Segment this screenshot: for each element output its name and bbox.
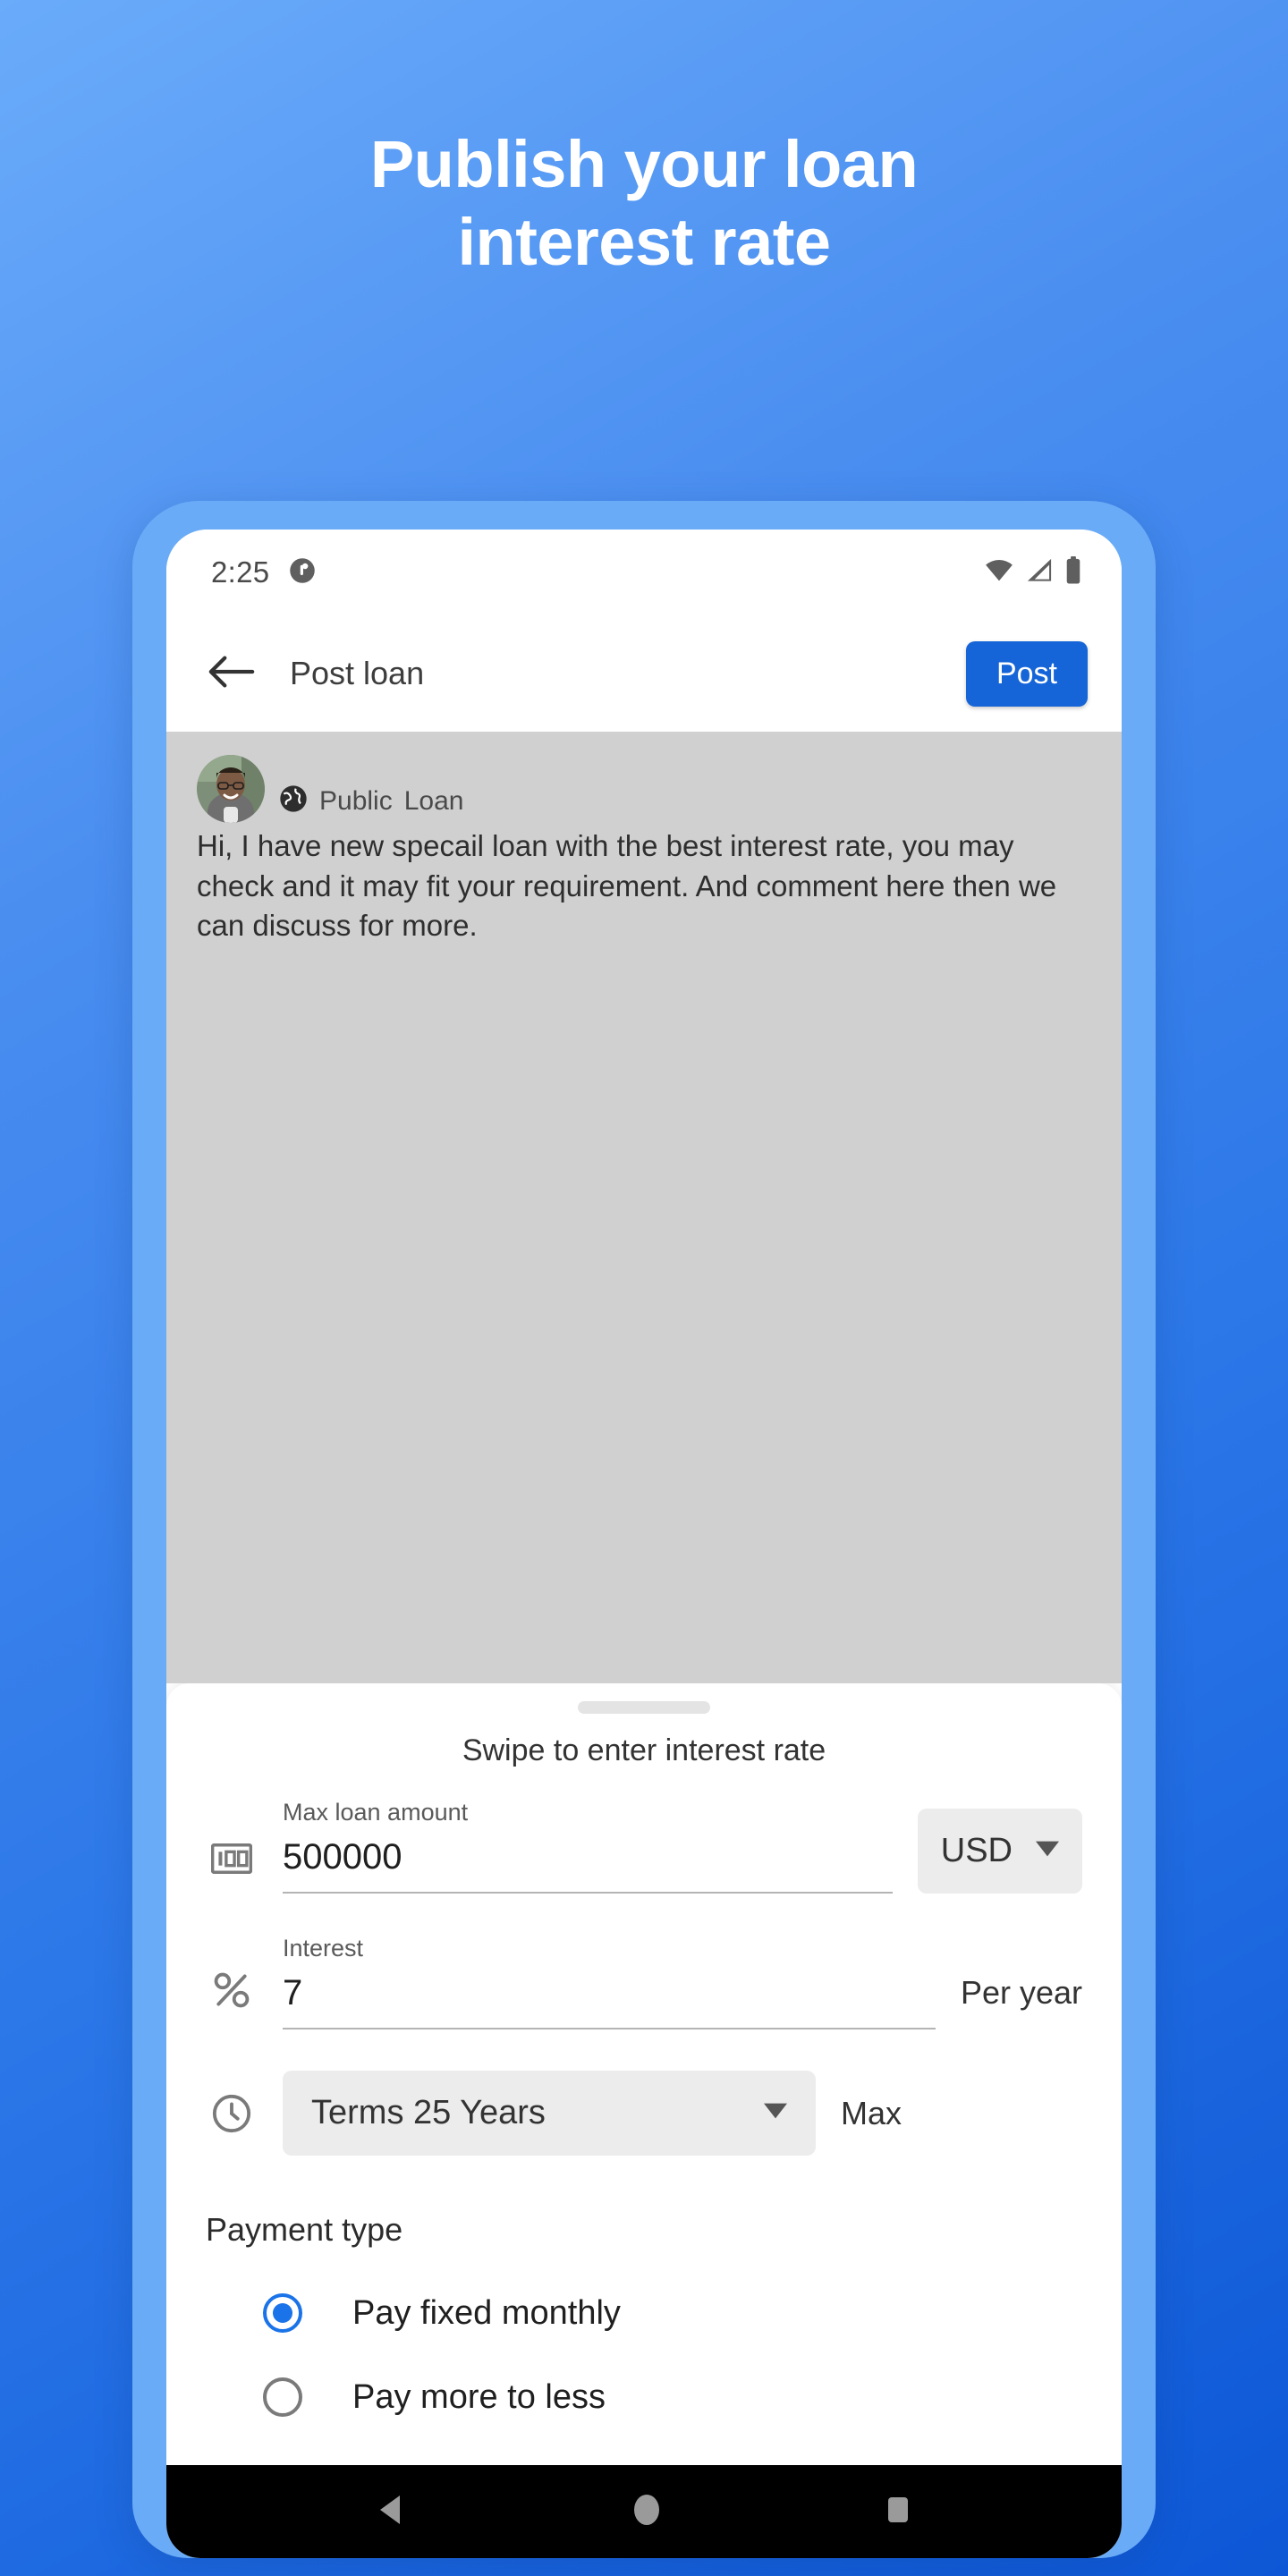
max-loan-amount-label: Max loan amount bbox=[283, 1799, 469, 1826]
battery-icon bbox=[1064, 555, 1082, 589]
cellular-signal-icon bbox=[1025, 557, 1054, 589]
terms-max-label: Max bbox=[841, 2094, 902, 2131]
audience-label: Public bbox=[319, 785, 393, 816]
radio-more-to-less[interactable] bbox=[263, 2377, 302, 2417]
page-title: Publish your loan interest rate bbox=[369, 127, 919, 280]
phone-mockup-frame: 2:25 Post loan Post Public Loan Hi, I ha… bbox=[132, 501, 1156, 2558]
nav-home-button[interactable] bbox=[631, 2492, 663, 2532]
avatar[interactable] bbox=[197, 755, 265, 823]
payment-option-more-to-less[interactable]: Pay more to less bbox=[166, 2377, 1122, 2417]
terms-row: Terms 25 Years Max bbox=[166, 2071, 1122, 2156]
terms-value: Terms 25 Years bbox=[311, 2094, 546, 2131]
composer-header: Public Loan bbox=[197, 755, 1091, 823]
interest-input[interactable] bbox=[283, 1973, 936, 2019]
nav-recents-button[interactable] bbox=[883, 2492, 913, 2532]
post-button[interactable]: Post bbox=[965, 640, 1088, 707]
interest-label: Interest bbox=[283, 1935, 364, 1962]
banknote-icon bbox=[206, 1843, 258, 1894]
caret-down-icon bbox=[1036, 1841, 1059, 1861]
payment-option-label: Pay more to less bbox=[352, 2377, 606, 2416]
wifi-icon bbox=[984, 557, 1014, 589]
clock-icon bbox=[206, 2093, 258, 2134]
toolbar-title: Post loan bbox=[290, 655, 425, 691]
nav-home-circle-icon bbox=[631, 2492, 663, 2532]
sheet-title: Swipe to enter interest rate bbox=[462, 1733, 826, 1767]
nav-recents-square-icon bbox=[883, 2492, 913, 2532]
audience-selector[interactable]: Public Loan bbox=[279, 784, 463, 823]
notification-dot-icon bbox=[289, 557, 316, 589]
status-bar: 2:25 bbox=[166, 530, 1122, 615]
currency-value: USD bbox=[940, 1832, 1013, 1869]
back-button[interactable] bbox=[204, 646, 259, 701]
post-composer[interactable]: Public Loan Hi, I have new specail loan … bbox=[166, 732, 1122, 1683]
terms-dropdown[interactable]: Terms 25 Years bbox=[283, 2071, 816, 2156]
radio-fixed-monthly[interactable] bbox=[263, 2293, 302, 2333]
post-category-label: Loan bbox=[403, 785, 464, 816]
interest-field: Interest bbox=[283, 1935, 936, 2029]
status-bar-left: 2:25 bbox=[211, 555, 316, 589]
currency-dropdown[interactable]: USD bbox=[917, 1809, 1082, 1894]
composer-body-text[interactable]: Hi, I have new specail loan with the bes… bbox=[197, 826, 1091, 946]
phone-screen: 2:25 Post loan Post Public Loan Hi, I ha… bbox=[166, 530, 1122, 2558]
max-loan-amount-row: Max loan amount USD bbox=[166, 1799, 1122, 1894]
payment-option-fixed-monthly[interactable]: Pay fixed monthly bbox=[166, 2293, 1122, 2333]
android-navigation-bar bbox=[166, 2465, 1122, 2558]
nav-back-button[interactable] bbox=[375, 2492, 411, 2532]
globe-icon bbox=[279, 784, 308, 818]
percent-icon bbox=[206, 1970, 258, 2029]
max-loan-amount-input[interactable] bbox=[283, 1837, 893, 1883]
interest-rate-bottom-sheet: Swipe to enter interest rate Max loan am… bbox=[166, 1683, 1122, 2465]
hero-section: Publish your loan interest rate bbox=[0, 125, 1288, 282]
status-bar-right bbox=[984, 555, 1082, 589]
caret-down-icon bbox=[764, 2103, 787, 2123]
nav-back-triangle-icon bbox=[375, 2492, 411, 2532]
max-loan-amount-field: Max loan amount bbox=[283, 1799, 893, 1894]
arrow-left-icon bbox=[208, 654, 256, 694]
app-toolbar: Post loan Post bbox=[166, 615, 1122, 732]
payment-option-label: Pay fixed monthly bbox=[352, 2293, 621, 2332]
sheet-bottom-spacer bbox=[166, 2417, 1122, 2465]
payment-type-title: Payment type bbox=[206, 2211, 403, 2248]
interest-row: Interest Per year bbox=[166, 1935, 1122, 2029]
interest-period-label: Per year bbox=[960, 1974, 1082, 2011]
status-time: 2:25 bbox=[211, 555, 270, 589]
sheet-drag-handle[interactable] bbox=[578, 1701, 710, 1714]
